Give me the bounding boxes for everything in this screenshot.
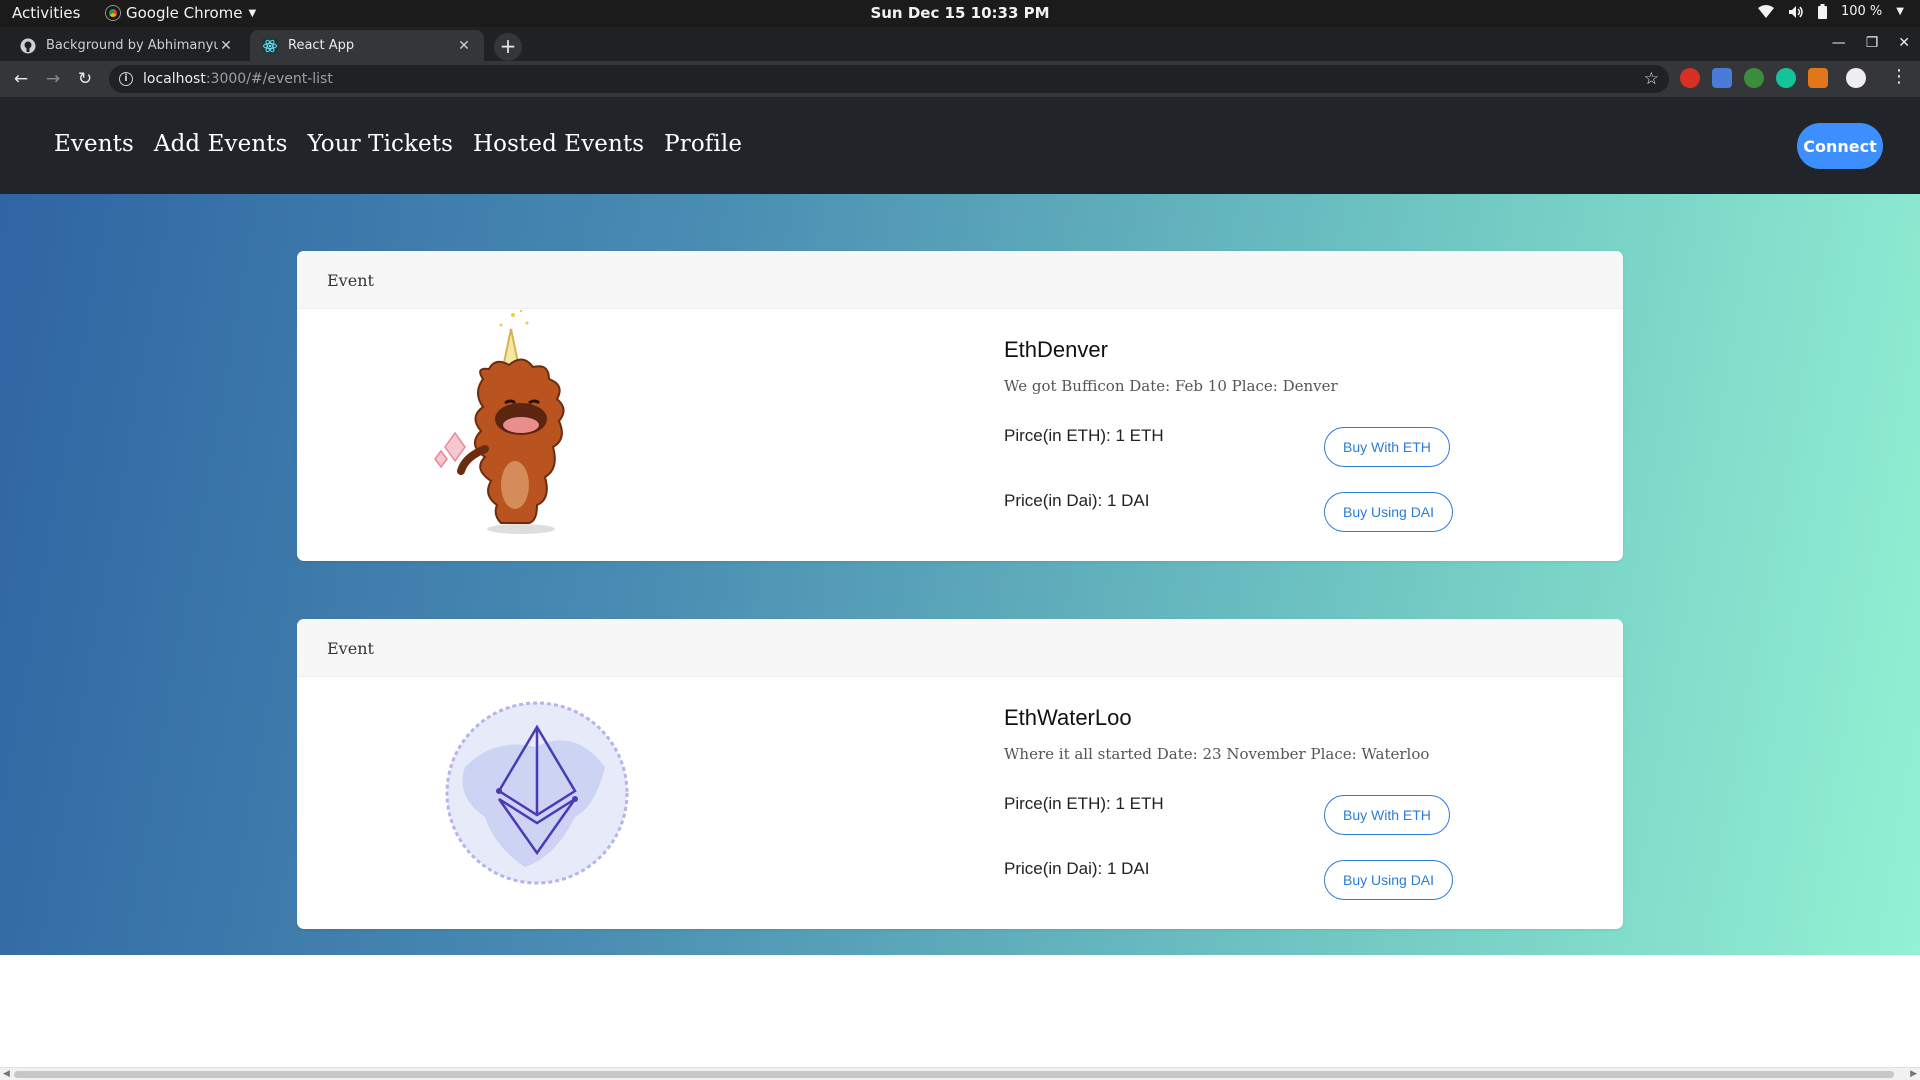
battery-icon xyxy=(1817,4,1827,19)
profile-avatar[interactable] xyxy=(1846,68,1866,88)
tab-background[interactable]: Background by Abhimanyu12 ✕ xyxy=(8,30,246,61)
close-window-icon[interactable]: ✕ xyxy=(1898,35,1910,51)
browser-toolbar: ← → ↻ i localhost:3000/#/event-list ☆ ⋮ xyxy=(0,61,1920,97)
url-host: localhost xyxy=(143,71,206,87)
react-icon xyxy=(262,37,278,54)
window-controls: — ❐ ✕ xyxy=(1832,35,1910,51)
github-icon xyxy=(20,38,36,53)
wifi-icon xyxy=(1757,4,1774,18)
nav-link-add-events[interactable]: Add Events xyxy=(154,131,288,157)
buy-using-dai-button[interactable]: Buy Using DAI xyxy=(1324,492,1454,532)
system-tray[interactable]: 100 % ▼ xyxy=(1757,4,1904,19)
tab-react-app[interactable]: React App ✕ xyxy=(250,30,484,61)
card-header: Event xyxy=(297,619,1623,677)
price-dai: Price(in Dai): 1 DAI xyxy=(1004,491,1150,510)
scroll-right-arrow-icon[interactable]: ▶ xyxy=(1910,1068,1917,1080)
nav-link-your-tickets[interactable]: Your Tickets xyxy=(307,131,453,157)
metamask-extension-icon[interactable] xyxy=(1808,68,1828,88)
minimize-icon[interactable]: — xyxy=(1832,35,1846,51)
extensions-area xyxy=(1680,68,1866,88)
clock[interactable]: Sun Dec 15 10:33 PM xyxy=(0,4,1920,22)
event-card: Event EthDenver We got Bufficon Date: Fe… xyxy=(297,251,1623,561)
horizontal-scrollbar[interactable]: ◀ ▶ xyxy=(0,1067,1920,1080)
url-path: :3000/#/event-list xyxy=(205,71,333,87)
adblock-extension-icon[interactable] xyxy=(1680,68,1700,88)
events-section: Event EthDenver We got Bufficon Date: Fe… xyxy=(0,194,1920,955)
translate-extension-icon[interactable] xyxy=(1712,68,1732,88)
tab-title: Background by Abhimanyu12 xyxy=(46,38,218,53)
event-card: Event EthWaterLoo Where it all started D… xyxy=(297,619,1623,929)
buy-using-dai-button[interactable]: Buy Using DAI xyxy=(1324,860,1454,900)
nav-link-hosted-events[interactable]: Hosted Events xyxy=(473,131,644,157)
scroll-left-arrow-icon[interactable]: ◀ xyxy=(3,1068,10,1080)
connect-button[interactable]: Connect xyxy=(1797,123,1883,169)
buy-with-eth-button[interactable]: Buy With ETH xyxy=(1324,795,1450,835)
price-eth: Pirce(in ETH): 1 ETH xyxy=(1004,794,1164,813)
back-arrow-icon[interactable]: ← xyxy=(10,68,32,90)
close-tab-icon[interactable]: ✕ xyxy=(456,38,472,54)
system-top-bar: Activities Google Chrome ▼ Sun Dec 15 10… xyxy=(0,0,1920,27)
event-title: EthDenver xyxy=(1004,337,1108,362)
ethereum-globe-image xyxy=(445,701,629,885)
site-info-icon[interactable]: i xyxy=(119,72,133,86)
buffalo-unicorn-mascot-image xyxy=(434,309,565,534)
card-header: Event xyxy=(297,251,1623,309)
page-viewport: Events Add Events Your Tickets Hosted Ev… xyxy=(0,97,1920,1065)
chevron-down-icon: ▼ xyxy=(248,7,257,19)
nav-link-events[interactable]: Events xyxy=(54,131,134,157)
volume-icon xyxy=(1788,5,1803,18)
system-menu-chevron-icon: ▼ xyxy=(1896,6,1904,17)
restore-icon[interactable]: ❐ xyxy=(1866,35,1879,51)
globe-extension-icon[interactable] xyxy=(1744,68,1764,88)
grammarly-extension-icon[interactable] xyxy=(1776,68,1796,88)
browser-tab-strip: Background by Abhimanyu12 ✕ React App ✕ … xyxy=(0,27,1920,61)
activities-button[interactable]: Activities xyxy=(12,4,80,22)
app-menu[interactable]: Google Chrome ▼ xyxy=(106,4,256,22)
price-eth: Pirce(in ETH): 1 ETH xyxy=(1004,426,1164,445)
price-dai: Price(in Dai): 1 DAI xyxy=(1004,859,1150,878)
app-navbar: Events Add Events Your Tickets Hosted Ev… xyxy=(0,97,1920,194)
buy-with-eth-button[interactable]: Buy With ETH xyxy=(1324,427,1450,467)
nav-links: Events Add Events Your Tickets Hosted Ev… xyxy=(54,131,742,157)
address-bar[interactable]: i localhost:3000/#/event-list ☆ xyxy=(109,65,1669,93)
event-description: Where it all started Date: 23 November P… xyxy=(1004,745,1430,763)
tab-title: React App xyxy=(288,38,355,53)
new-tab-button[interactable]: + xyxy=(494,33,522,61)
reload-icon[interactable]: ↻ xyxy=(74,68,96,90)
chrome-menu-icon[interactable]: ⋮ xyxy=(1890,66,1908,87)
forward-arrow-icon[interactable]: → xyxy=(42,68,64,90)
event-description: We got Bufficon Date: Feb 10 Place: Denv… xyxy=(1004,377,1338,395)
nav-link-profile[interactable]: Profile xyxy=(664,131,742,157)
close-tab-icon[interactable]: ✕ xyxy=(218,38,234,54)
app-menu-label: Google Chrome xyxy=(126,4,243,22)
event-title: EthWaterLoo xyxy=(1004,705,1132,730)
battery-percent: 100 % xyxy=(1840,4,1883,19)
bookmark-star-icon[interactable]: ☆ xyxy=(1644,69,1659,89)
scrollbar-thumb[interactable] xyxy=(14,1071,1894,1078)
chrome-icon xyxy=(106,6,120,20)
